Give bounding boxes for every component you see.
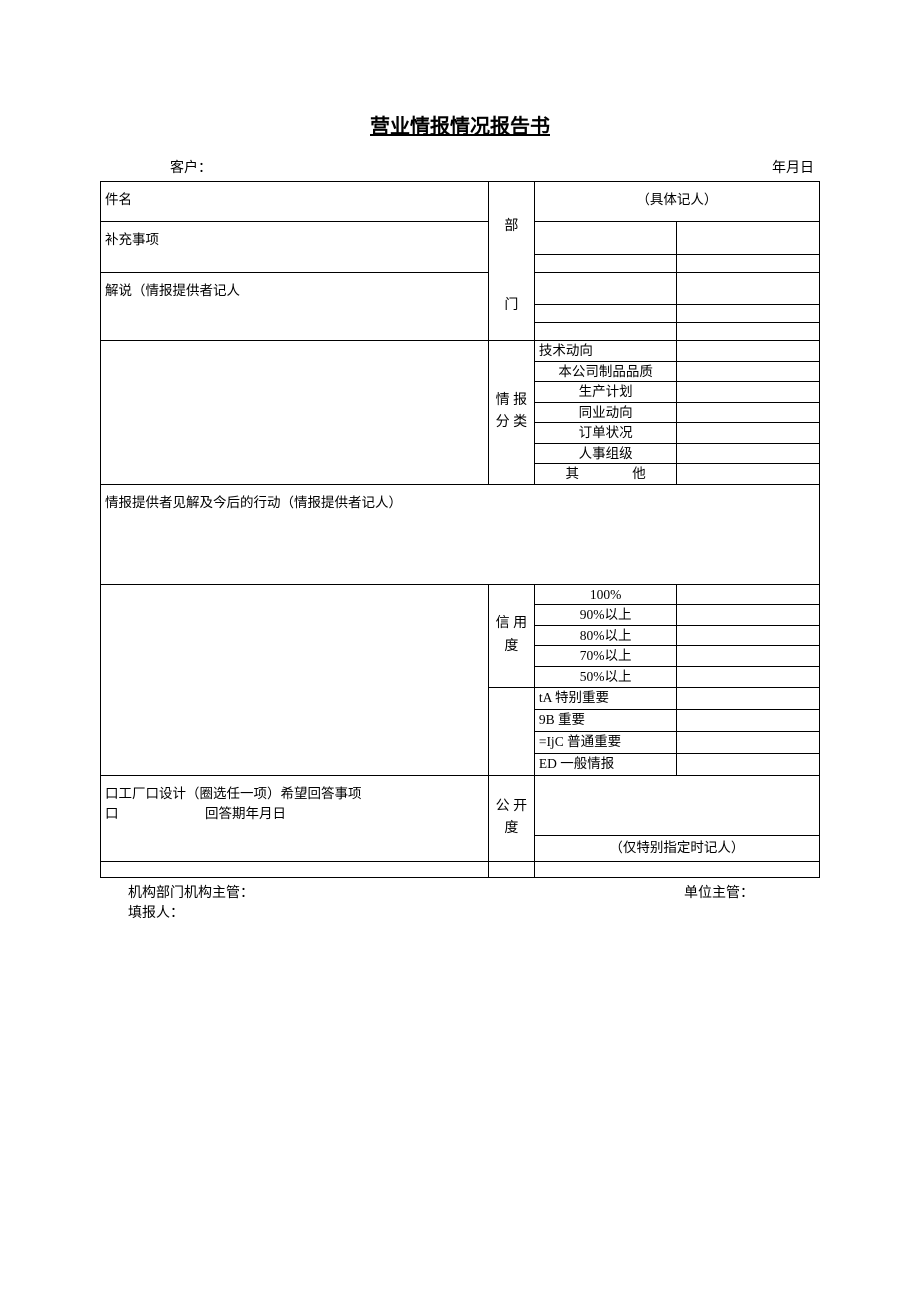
cell-p70: 70%以上: [534, 646, 677, 667]
cell-cat1: 技术动向: [534, 341, 677, 362]
footer: 机构部门机构主管： 单位主管： 填报人：: [100, 878, 820, 922]
cell-cat7: 其 他: [534, 464, 677, 485]
date-label: 年月日: [772, 157, 814, 177]
cell-imp-dv: [677, 753, 820, 775]
cell-imp-d: ED 一般情报: [534, 753, 677, 775]
cell-cat-l1: [101, 341, 489, 362]
cell-men: 门: [489, 272, 535, 341]
cell-cat4v: [677, 402, 820, 423]
cell-hope: 口工厂口设计（圈选任一项）希望回答事项 口 回答期年月日: [101, 775, 489, 861]
cell-imp-cv: [677, 731, 820, 753]
cell-jianjie: 情报提供者见解及今后的行动（情报提供者记人）: [101, 484, 820, 584]
cell-fenlei: 情 报 分 类: [489, 341, 535, 485]
cell-p50: 50%以上: [534, 667, 677, 688]
cell-b-r2b: [677, 254, 820, 272]
cell-jutijiren: （具体记人）: [534, 182, 819, 222]
cell-m-r1a: [534, 272, 677, 305]
cell-cat7v: [677, 464, 820, 485]
cell-m-r1b: [677, 272, 820, 305]
cell-imp-a: tA 特别重要: [534, 687, 677, 709]
cell-cat5v: [677, 423, 820, 444]
cell-bumen-top: 部: [489, 182, 535, 273]
cell-p100v: [677, 584, 820, 605]
cell-b-r2a: [534, 254, 677, 272]
header-row: 客户： 年月日: [100, 157, 820, 181]
hope-line1: 口工厂口设计（圈选任一项）希望回答事项: [105, 782, 484, 802]
footer-right: 单位主管：: [684, 882, 754, 902]
cell-imp-b: 9B 重要: [534, 709, 677, 731]
cell-p100: 100%: [534, 584, 677, 605]
cell-cat3v: [677, 382, 820, 403]
cell-jieshuo: 解说（情报提供者记人: [101, 272, 489, 305]
cell-b-r1a: [534, 222, 677, 255]
cell-conf-left: [101, 584, 489, 687]
cell-m-r2a: [534, 305, 677, 323]
cell-last-l: [101, 861, 489, 877]
hope-line2a: 口: [105, 802, 145, 822]
cell-last-m: [489, 861, 535, 877]
main-table: 件名 部 （具体记人） 补充事项 解说（情报提供者记人 门 情 报 分 类 技术…: [100, 181, 820, 878]
cell-imp-bv: [677, 709, 820, 731]
cell-p90v: [677, 605, 820, 626]
cell-cat7b: 他: [632, 465, 646, 483]
cell-xinyong: 信 用 度: [489, 584, 535, 687]
cell-imp-av: [677, 687, 820, 709]
cell-cat-l7: [101, 464, 489, 485]
cell-gk-blank: [534, 775, 819, 835]
cell-cat-l6: [101, 443, 489, 464]
cell-p50v: [677, 667, 820, 688]
cell-zhiding: （仅特别指定时记人）: [534, 835, 819, 861]
doc-title: 营业情报情况报告书: [100, 110, 820, 139]
cell-buchong-line: [101, 254, 489, 272]
cell-p90: 90%以上: [534, 605, 677, 626]
cell-p80v: [677, 625, 820, 646]
cell-cat3: 生产计划: [534, 382, 677, 403]
footer-bottom: 填报人：: [128, 902, 814, 922]
footer-left: 机构部门机构主管：: [128, 882, 254, 902]
cell-js-l1: [101, 305, 489, 323]
cell-cat2v: [677, 361, 820, 382]
cell-cat6: 人事组级: [534, 443, 677, 464]
cell-cat4: 同业动向: [534, 402, 677, 423]
cell-m-r3b: [677, 323, 820, 341]
cell-m-r2b: [677, 305, 820, 323]
cell-cat5: 订单状况: [534, 423, 677, 444]
cell-cat6v: [677, 443, 820, 464]
cell-p80: 80%以上: [534, 625, 677, 646]
cell-imp-c: =IjC 普通重要: [534, 731, 677, 753]
cell-p70v: [677, 646, 820, 667]
cell-gongkai: 公 开 度: [489, 775, 535, 861]
cell-cat-l3: [101, 382, 489, 403]
cell-m-r3a: [534, 323, 677, 341]
cell-buchong: 补充事项: [101, 222, 489, 255]
cell-imp-left: [101, 687, 489, 775]
cell-cat1v: [677, 341, 820, 362]
cell-jianming: 件名: [101, 182, 489, 222]
hope-line2b: 回答期年月日: [145, 802, 286, 822]
cell-cat2: 本公司制品品质: [534, 361, 677, 382]
cell-cat7a: 其: [565, 465, 579, 483]
cell-cat-l4: [101, 402, 489, 423]
cell-last-r: [534, 861, 819, 877]
cell-cat-l2: [101, 361, 489, 382]
cell-imp-mid: [489, 687, 535, 775]
cell-cat-l5: [101, 423, 489, 444]
cell-js-l2: [101, 323, 489, 341]
cell-b-r1b: [677, 222, 820, 255]
customer-label: 客户：: [170, 157, 212, 177]
